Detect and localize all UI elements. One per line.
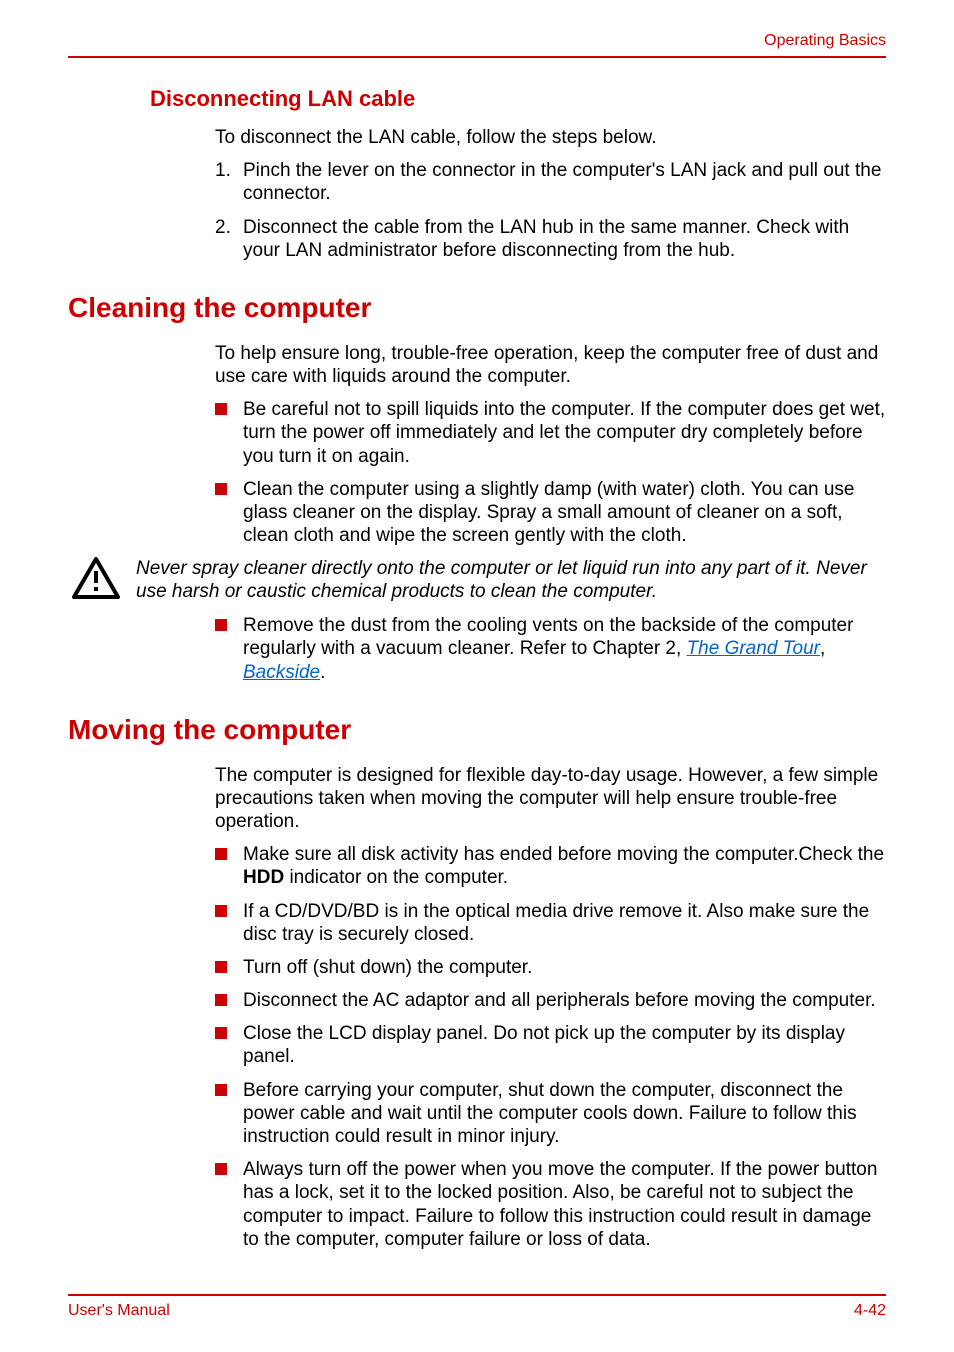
bullet-icon [215, 900, 243, 917]
heading-disconnecting-lan: Disconnecting LAN cable [150, 86, 886, 112]
bullet-icon [215, 1079, 243, 1096]
footer-left: User's Manual [68, 1302, 170, 1320]
bullet-icon [215, 1022, 243, 1039]
ordered-list-s1: 1. Pinch the lever on the connector in t… [215, 159, 886, 262]
list-item: Clean the computer using a slightly damp… [215, 478, 886, 548]
bullet-icon [215, 478, 243, 495]
list-text: Be careful not to spill liquids into the… [243, 398, 886, 468]
list-text: Close the LCD display panel. Do not pick… [243, 1022, 886, 1068]
list-item: Be careful not to spill liquids into the… [215, 398, 886, 468]
footer: User's Manual 4-42 [68, 1294, 886, 1320]
list-item: Disconnect the AC adaptor and all periph… [215, 989, 886, 1012]
link-backside[interactable]: Backside [243, 662, 320, 683]
text-intro-s1: To disconnect the LAN cable, follow the … [215, 126, 886, 149]
list-text: If a CD/DVD/BD is in the optical media d… [243, 900, 886, 946]
bullet-icon [215, 956, 243, 973]
caution-icon [72, 557, 120, 604]
bullet-icon [215, 989, 243, 1006]
list-text: Always turn off the power when you move … [243, 1158, 886, 1251]
list-number: 2. [215, 216, 243, 262]
list-text: Remove the dust from the cooling vents o… [243, 614, 886, 684]
list-item: 1. Pinch the lever on the connector in t… [215, 159, 886, 205]
heading-cleaning: Cleaning the computer [68, 292, 886, 324]
list-number: 1. [215, 159, 243, 205]
list-text: Pinch the lever on the connector in the … [243, 159, 886, 205]
header-section-label: Operating Basics [68, 32, 886, 50]
list-text: Turn off (shut down) the computer. [243, 956, 532, 979]
list-text: Make sure all disk activity has ended be… [243, 843, 886, 889]
header-rule [68, 56, 886, 58]
bullet-icon [215, 398, 243, 415]
list-item: Turn off (shut down) the computer. [215, 956, 886, 979]
footer-rule [68, 1294, 886, 1296]
list-item: Remove the dust from the cooling vents o… [215, 614, 886, 684]
bullet-icon [215, 1158, 243, 1175]
heading-moving: Moving the computer [68, 714, 886, 746]
list-text: Before carrying your computer, shut down… [243, 1079, 886, 1149]
bullet-icon [215, 614, 243, 631]
list-item: 2. Disconnect the cable from the LAN hub… [215, 216, 886, 262]
bullet-icon [215, 843, 243, 860]
link-grand-tour[interactable]: The Grand Tour [687, 638, 820, 659]
list-item: Before carrying your computer, shut down… [215, 1079, 886, 1149]
list-item: Close the LCD display panel. Do not pick… [215, 1022, 886, 1068]
text-intro-s3: The computer is designed for flexible da… [215, 764, 886, 834]
bold-hdd: HDD [243, 867, 284, 888]
caution-block: Never spray cleaner directly onto the co… [68, 557, 886, 604]
list-item: Make sure all disk activity has ended be… [215, 843, 886, 889]
bullet-list-s2b: Remove the dust from the cooling vents o… [215, 614, 886, 684]
list-text: Clean the computer using a slightly damp… [243, 478, 886, 548]
list-text: Disconnect the AC adaptor and all periph… [243, 989, 876, 1012]
bullet-list-s2a: Be careful not to spill liquids into the… [215, 398, 886, 547]
list-text: Disconnect the cable from the LAN hub in… [243, 216, 886, 262]
list-item: If a CD/DVD/BD is in the optical media d… [215, 900, 886, 946]
list-item: Always turn off the power when you move … [215, 1158, 886, 1251]
bullet-list-s3: Make sure all disk activity has ended be… [215, 843, 886, 1251]
footer-page-number: 4-42 [854, 1302, 886, 1320]
caution-text: Never spray cleaner directly onto the co… [136, 557, 886, 603]
text-intro-s2: To help ensure long, trouble-free operat… [215, 342, 886, 388]
